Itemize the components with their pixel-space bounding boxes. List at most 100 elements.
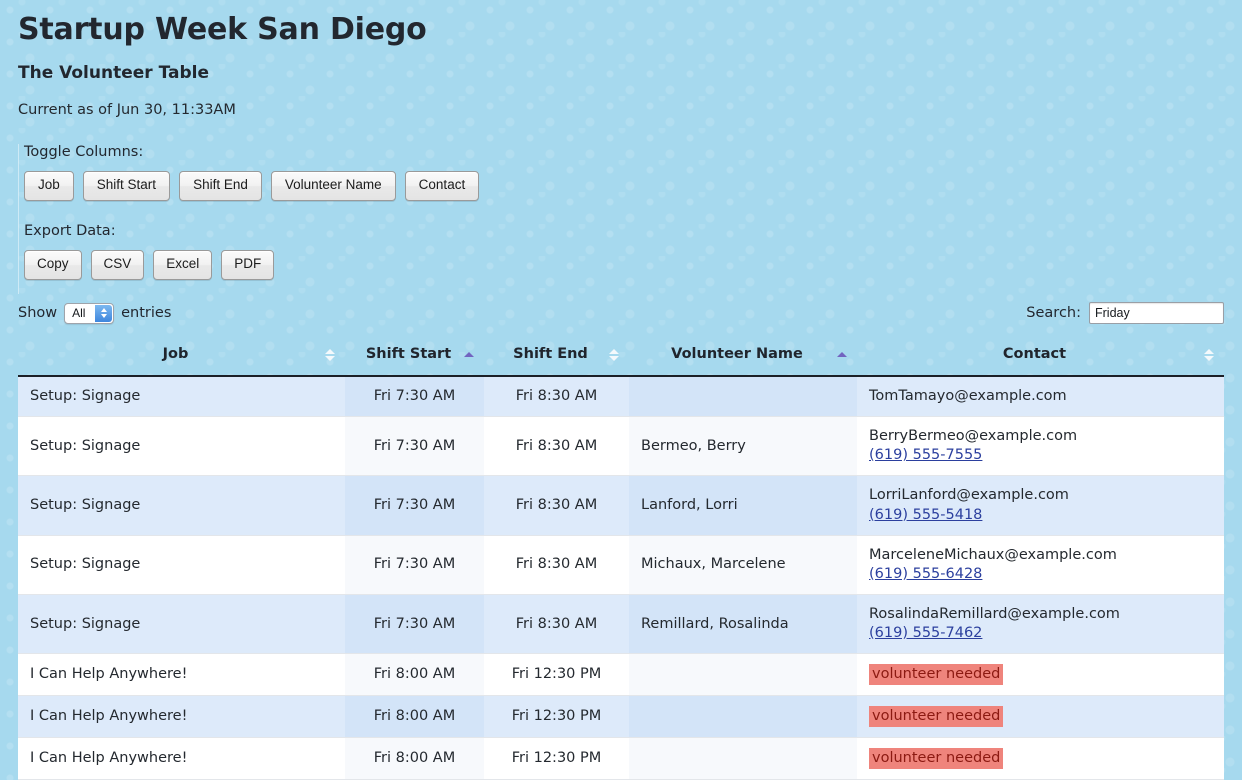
cell-shift-start: Fri 8:00 AM (345, 653, 484, 697)
cell-job: Setup: Signage (18, 475, 345, 536)
export-button-row: Copy CSV Excel PDF (24, 250, 1224, 281)
entries-label: entries (121, 305, 172, 322)
controls-panel: Toggle Columns: Job Shift Start Shift En… (18, 144, 1224, 294)
sort-icon-shift-end[interactable] (609, 348, 619, 362)
volunteer-needed-badge: volunteer needed (869, 664, 1004, 686)
page-length-select[interactable]: All (64, 302, 115, 324)
table-row: Setup: Signage Fri 7:30 AM Fri 8:30 AM Mich… (18, 535, 1224, 595)
cell-shift-start: Fri 7:30 AM (345, 376, 484, 418)
toggle-columns-button-row: Job Shift Start Shift End Volunteer Name… (24, 171, 1224, 202)
cell-shift-end: Fri 12:30 PM (484, 695, 629, 738)
cell-contact: TomTamayo@example.com (857, 376, 1224, 418)
contact-phone-link[interactable]: (619) 555-7555 (869, 447, 982, 463)
toggle-column-shift-start-button[interactable]: Shift Start (82, 171, 171, 202)
search-label: Search: (1026, 305, 1081, 322)
column-header-contact-label: Contact (1002, 346, 1067, 363)
column-header-job-label: Job (162, 346, 189, 363)
table-controls-bar: Show All entries Search: (18, 302, 1224, 325)
contact-email: RosalindaRemillard@example.com (869, 605, 1120, 622)
table-body: Setup: Signage Fri 7:30 AM Fri 8:30 AM TomT… (18, 376, 1224, 780)
column-header-volunteer-name[interactable]: Volunteer Name (629, 334, 857, 378)
volunteer-table: Job Shift Start Shift End Volunteer Name… (18, 334, 1224, 780)
table-row: I Can Help Anywhere! Fri 8:00 AM Fri 12:30… (18, 695, 1224, 738)
cell-contact: volunteer needed (857, 653, 1224, 697)
cell-shift-end: Fri 8:30 AM (484, 535, 629, 595)
cell-shift-end: Fri 12:30 PM (484, 737, 629, 780)
cell-shift-end: Fri 8:30 AM (484, 376, 629, 418)
cell-job: I Can Help Anywhere! (18, 695, 345, 738)
table-row: I Can Help Anywhere! Fri 8:00 AM Fri 12:30… (18, 737, 1224, 780)
cell-volunteer-name (629, 737, 857, 780)
export-pdf-button[interactable]: PDF (221, 250, 275, 281)
contact-phone-link[interactable]: (619) 555-5418 (869, 507, 982, 523)
column-header-shift-end[interactable]: Shift End (484, 334, 629, 378)
table-row: I Can Help Anywhere! Fri 8:00 AM Fri 12:30… (18, 653, 1224, 697)
cell-shift-end: Fri 8:30 AM (484, 416, 629, 477)
contact-email: MarceleneMichaux@example.com (869, 546, 1117, 563)
stepper-icon[interactable] (95, 304, 113, 322)
toggle-column-shift-end-button[interactable]: Shift End (179, 171, 262, 202)
cell-volunteer-name (629, 376, 857, 418)
contact-email: LorriLanford@example.com (869, 487, 1069, 504)
column-header-shift-end-label: Shift End (513, 346, 588, 363)
table-row: Setup: Signage Fri 7:30 AM Fri 8:30 AM Remi… (18, 594, 1224, 655)
volunteer-needed-badge: volunteer needed (869, 706, 1004, 727)
page-title: Startup Week San Diego (18, 12, 427, 47)
cell-volunteer-name: Michaux, Marcelene (629, 535, 857, 595)
export-excel-button[interactable]: Excel (153, 250, 213, 281)
cell-shift-end: Fri 8:30 AM (484, 594, 629, 655)
contact-email: TomTamayo@example.com (869, 388, 1067, 405)
show-label: Show (18, 305, 58, 322)
sort-ascending-icon-shift-start[interactable] (464, 348, 474, 362)
column-header-shift-start-label: Shift Start (365, 346, 452, 363)
column-header-shift-start[interactable]: Shift Start (345, 334, 484, 378)
table-header-row: Job Shift Start Shift End Volunteer Name… (18, 334, 1224, 378)
cell-job: Setup: Signage (18, 376, 345, 418)
toggle-column-volunteer-name-button[interactable]: Volunteer Name (270, 171, 396, 202)
show-entries-group: Show All entries (18, 302, 172, 324)
cell-contact: MarceleneMichaux@example.com (619) 555-64… (857, 535, 1224, 595)
export-copy-button[interactable]: Copy (24, 250, 82, 281)
sort-ascending-icon-volunteer-name[interactable] (837, 348, 847, 362)
column-header-volunteer-name-label: Volunteer Name (671, 346, 803, 363)
cell-contact: RosalindaRemillard@example.com (619) 555-… (857, 594, 1224, 655)
toggle-column-job-button[interactable]: Job (24, 171, 74, 202)
cell-shift-start: Fri 7:30 AM (345, 475, 484, 536)
cell-contact: BerryBermeo@example.com (619) 555-7555 (857, 416, 1224, 477)
search-group: Search: (1026, 302, 1224, 325)
toggle-column-contact-button[interactable]: Contact (404, 171, 480, 202)
table-row: Setup: Signage Fri 7:30 AM Fri 8:30 AM TomT… (18, 376, 1224, 418)
cell-volunteer-name (629, 695, 857, 738)
cell-volunteer-name: Lanford, Lorri (629, 475, 857, 536)
as-of-timestamp: Current as of Jun 30, 11:33AM (18, 102, 236, 119)
cell-job: Setup: Signage (18, 416, 345, 477)
column-header-job[interactable]: Job (18, 334, 345, 378)
cell-job: Setup: Signage (18, 535, 345, 595)
contact-phone-link[interactable]: (619) 555-6428 (869, 566, 982, 582)
cell-job: Setup: Signage (18, 594, 345, 655)
cell-contact: volunteer needed (857, 695, 1224, 738)
export-csv-button[interactable]: CSV (90, 250, 145, 281)
cell-volunteer-name: Bermeo, Berry (629, 416, 857, 477)
column-header-contact[interactable]: Contact (857, 334, 1224, 378)
contact-phone-link[interactable]: (619) 555-7462 (869, 625, 982, 641)
cell-shift-start: Fri 8:00 AM (345, 695, 484, 738)
table-head: Job Shift Start Shift End Volunteer Name… (18, 334, 1224, 378)
cell-shift-start: Fri 7:30 AM (345, 535, 484, 595)
page-length-value: All (72, 306, 86, 321)
sort-icon-contact[interactable] (1204, 348, 1214, 362)
table-row: Setup: Signage Fri 7:30 AM Fri 8:30 AM Lanf… (18, 475, 1224, 536)
cell-shift-end: Fri 8:30 AM (484, 475, 629, 536)
export-data-label: Export Data: (24, 223, 116, 240)
cell-volunteer-name: Remillard, Rosalinda (629, 594, 857, 655)
volunteer-needed-badge: volunteer needed (869, 747, 1004, 769)
cell-volunteer-name (629, 653, 857, 697)
page-subtitle: The Volunteer Table (18, 63, 209, 84)
cell-shift-end: Fri 12:30 PM (484, 653, 629, 697)
cell-contact: LorriLanford@example.com (619) 555-5418 (857, 475, 1224, 536)
cell-shift-start: Fri 7:30 AM (345, 594, 484, 655)
toggle-columns-label: Toggle Columns: (24, 144, 144, 161)
search-input[interactable] (1089, 302, 1224, 325)
sort-icon-job[interactable] (325, 348, 335, 362)
cell-contact: volunteer needed (857, 737, 1224, 780)
